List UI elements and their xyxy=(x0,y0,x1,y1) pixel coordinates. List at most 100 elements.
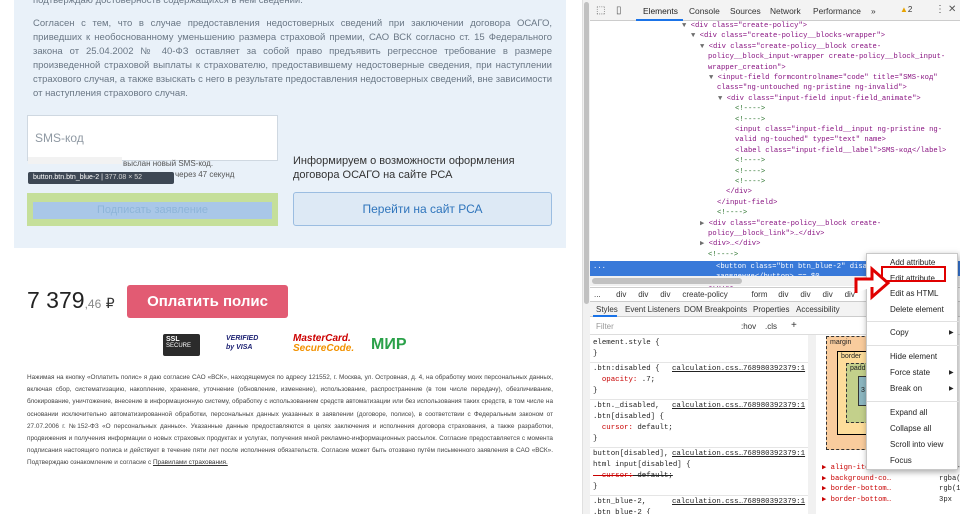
style-rule-line[interactable]: .btn:disabled { xyxy=(593,364,660,375)
collapsed-arrow-icon[interactable]: ▶ xyxy=(700,220,709,228)
go-to-rsa-button[interactable]: Перейти на сайт РСА xyxy=(293,192,552,226)
dom-node-line[interactable]: <!----> xyxy=(727,177,765,187)
insurance-rules-link[interactable]: Правилами страхования. xyxy=(153,459,228,466)
styles-filter-input[interactable]: Filter xyxy=(596,322,614,331)
page-scrollbar-thumb[interactable] xyxy=(584,2,589,304)
dom-node-line[interactable]: valid ng-touched" type="text" name> xyxy=(727,135,886,145)
computed-property[interactable]: ▶ border-bottom… 3px xyxy=(822,495,952,506)
context-menu-item[interactable]: Collapse all xyxy=(890,424,931,433)
dom-node-line[interactable]: ▼ <div class="create-policy"> xyxy=(682,21,807,31)
dom-node-line[interactable]: <!----> xyxy=(727,167,765,177)
tab-styles[interactable]: Styles xyxy=(596,305,618,314)
dom-node-line[interactable]: ▼ <div class="create-policy__blocks-wrap… xyxy=(691,31,885,41)
dom-node-line[interactable]: <!----> xyxy=(700,250,738,260)
computed-property[interactable]: ▶ border-bottom… rgb(14 xyxy=(822,484,960,495)
pay-policy-button[interactable]: Оплатить полис xyxy=(127,285,288,318)
computed-property[interactable]: ▶ background-co… rgba(0 xyxy=(822,474,960,485)
tab-accessibility[interactable]: Accessibility xyxy=(796,305,840,314)
context-menu-item[interactable]: Edit as HTML xyxy=(890,289,938,298)
breadcrumb-item[interactable]: ... xyxy=(594,290,601,299)
css-property-name[interactable]: cursor: xyxy=(593,424,633,432)
breadcrumb-item[interactable]: create-policy xyxy=(682,290,727,299)
tab-network[interactable]: Network xyxy=(770,6,801,16)
breadcrumb-item[interactable]: div xyxy=(823,290,833,299)
tab-event-listeners[interactable]: Event Listeners xyxy=(625,305,680,314)
context-menu-item[interactable]: Scroll into view xyxy=(890,440,943,449)
hover-state-toggle[interactable]: :hov xyxy=(741,322,756,331)
dom-node-line[interactable]: policy__block_link">…</div> xyxy=(700,229,824,239)
tab-console[interactable]: Console xyxy=(689,6,720,16)
dom-node-line[interactable]: ▼ <input-field formcontrolname="code" ti… xyxy=(709,73,938,83)
dom-node-line[interactable]: <label class="input-field__label">SMS-ко… xyxy=(727,146,946,156)
dom-node-line[interactable]: ▶ <div class="create-policy__block creat… xyxy=(700,219,881,229)
dom-node-line[interactable]: </input-field> xyxy=(709,198,777,208)
context-menu-item[interactable]: Break on xyxy=(890,384,922,393)
style-rule-line[interactable]: cursor: default; xyxy=(593,423,673,434)
close-icon[interactable]: ✕ xyxy=(948,4,956,15)
breadcrumb-item[interactable]: div xyxy=(638,290,648,299)
breadcrumb-item[interactable]: div xyxy=(778,290,788,299)
style-rule-line[interactable]: .btn[disabled] { xyxy=(593,412,664,423)
style-rule-line[interactable]: .btn_blue-2 { xyxy=(593,508,651,514)
css-property-name[interactable]: cursor: xyxy=(593,472,633,480)
breadcrumb-item[interactable]: div xyxy=(616,290,626,299)
collapsed-arrow-icon[interactable]: ▶ xyxy=(700,240,709,248)
rule-source-link[interactable]: calculation.css…768980392379:1 xyxy=(672,497,805,508)
style-rule-line[interactable]: opacity: .7; xyxy=(593,375,655,386)
rule-source-link[interactable]: calculation.css…768980392379:1 xyxy=(672,449,805,460)
css-property-value[interactable]: default; xyxy=(633,424,673,432)
dom-node-line[interactable]: class="ng-untouched ng-pristine ng-inval… xyxy=(709,83,907,93)
dom-node-line[interactable]: <input class="input-field__input ng-pris… xyxy=(727,125,942,135)
warnings-badge[interactable]: ▲2 xyxy=(900,5,912,14)
style-rule-line[interactable]: button[disabled], xyxy=(593,449,668,460)
breadcrumb-item[interactable]: div xyxy=(660,290,670,299)
css-property-name[interactable]: opacity: xyxy=(593,376,638,384)
new-rule-icon[interactable]: + xyxy=(791,320,797,331)
dom-node-line[interactable]: ▼ <div class="create-policy__block creat… xyxy=(700,42,881,52)
sms-code-input[interactable]: SMS-код xyxy=(27,115,278,161)
style-rule-line[interactable]: html input[disabled] { xyxy=(593,460,691,471)
device-toolbar-icon[interactable]: ▯ xyxy=(616,5,622,16)
dom-node-line[interactable]: ▼ <div class="input-field input-field_an… xyxy=(718,94,921,104)
dom-node-line[interactable]: policy__block_input-wrapper create-polic… xyxy=(700,52,945,62)
inspect-element-icon[interactable]: ⬚ xyxy=(596,5,605,16)
style-rule-line[interactable]: } xyxy=(593,386,597,397)
css-property-value[interactable]: default; xyxy=(633,472,673,480)
node-actions-icon[interactable]: ... xyxy=(593,262,606,272)
dom-node-line[interactable]: ▶ <div>…</div> xyxy=(700,239,760,249)
rule-source-link[interactable]: calculation.css…768980392379:1 xyxy=(672,364,805,375)
styles-scrollbar[interactable] xyxy=(808,335,816,514)
sign-application-button[interactable]: Подписать заявление xyxy=(33,202,272,219)
expanded-arrow-icon[interactable]: ▼ xyxy=(691,32,700,40)
tab-sources[interactable]: Sources xyxy=(730,6,761,16)
page-scrollbar[interactable] xyxy=(582,0,590,514)
context-menu-item[interactable]: Delete element xyxy=(890,305,944,314)
context-menu-item[interactable]: Focus xyxy=(890,456,912,465)
style-rule-line[interactable]: } xyxy=(593,482,597,493)
style-rule-line[interactable]: } xyxy=(593,349,597,360)
style-rule-line[interactable]: } xyxy=(593,434,597,445)
rule-source-link[interactable]: calculation.css…768980392379:1 xyxy=(672,401,805,412)
context-menu-item[interactable]: Force state xyxy=(890,368,930,377)
expanded-arrow-icon[interactable]: ▼ xyxy=(709,74,718,82)
expanded-arrow-icon[interactable]: ▼ xyxy=(700,43,709,51)
style-rule-line[interactable]: .btn_blue-2, xyxy=(593,497,646,508)
dom-node-line[interactable]: wrapper_creation"> xyxy=(700,63,786,73)
tab-performance[interactable]: Performance xyxy=(813,6,861,16)
style-rule-line[interactable]: .btn._disabled, xyxy=(593,401,660,412)
context-menu-item[interactable]: Expand all xyxy=(890,408,927,417)
context-menu-item[interactable]: Hide element xyxy=(890,352,937,361)
more-tabs-icon[interactable]: » xyxy=(871,6,876,16)
tab-properties[interactable]: Properties xyxy=(753,305,789,314)
tab-elements[interactable]: Elements xyxy=(643,6,678,16)
dom-scrollbar-thumb[interactable] xyxy=(592,278,742,284)
tab-dom-breakpoints[interactable]: DOM Breakpoints xyxy=(684,305,747,314)
breadcrumb-item[interactable]: div xyxy=(800,290,810,299)
style-rule-line[interactable]: element.style { xyxy=(593,338,660,349)
breadcrumb-item[interactable]: form xyxy=(752,290,768,299)
context-menu-item[interactable]: Copy xyxy=(890,328,909,337)
expanded-arrow-icon[interactable]: ▼ xyxy=(682,22,691,30)
dom-node-line[interactable]: </div> xyxy=(718,187,752,197)
expanded-arrow-icon[interactable]: ▼ xyxy=(718,95,727,103)
style-rule-line[interactable]: cursor: default; xyxy=(593,471,673,482)
